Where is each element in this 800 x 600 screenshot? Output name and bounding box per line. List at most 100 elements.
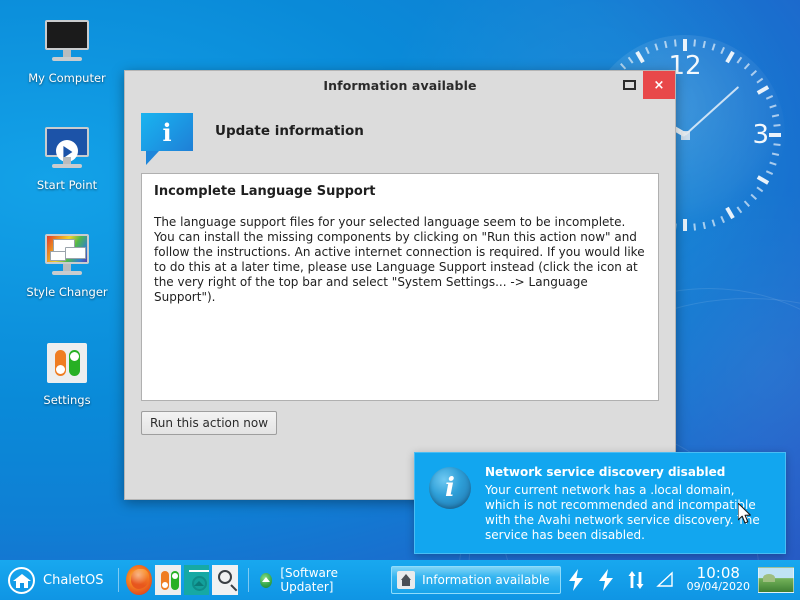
- launcher-search-icon[interactable]: [212, 565, 238, 595]
- message-title: Incomplete Language Support: [154, 184, 376, 199]
- tray-item-software-updater[interactable]: [Software Updater]: [259, 566, 377, 594]
- clock-tick: [769, 104, 777, 109]
- toggle-switches-icon: [41, 342, 93, 388]
- desktop[interactable]: 12 3 My Computer Start Point Style Chang…: [0, 0, 800, 600]
- update-manager-icon: [397, 571, 416, 589]
- home-icon: [8, 566, 35, 594]
- clock-tick: [750, 70, 758, 77]
- desktop-icon-label: My Computer: [28, 71, 106, 85]
- clock-center-cap: [680, 130, 690, 140]
- toast-body: Your current network has a .local domain…: [485, 483, 760, 542]
- dialog-title: Information available: [323, 77, 477, 93]
- clock-tick: [736, 56, 743, 64]
- desktop-icon-label: Start Point: [36, 178, 98, 192]
- clock-time: 10:08: [696, 564, 740, 582]
- taskbar-clock[interactable]: 10:08 09/04/2020: [687, 566, 750, 594]
- system-tray[interactable]: 10:08 09/04/2020: [561, 566, 800, 594]
- dialog-heading: Update information: [215, 123, 364, 139]
- clock-minute-hand: [684, 86, 740, 136]
- up-down-arrows-icon[interactable]: [623, 567, 649, 593]
- clock-tick: [620, 62, 627, 70]
- taskbar[interactable]: ChaletOS [Software Updater] Information …: [0, 560, 800, 600]
- clock-tick: [736, 206, 743, 214]
- clock-tick: [720, 46, 725, 55]
- theme-monitor-icon: [41, 234, 93, 280]
- desktop-icon-settings[interactable]: Settings: [12, 342, 122, 407]
- toast-title: Network service discovery disabled: [485, 465, 726, 479]
- desktop-icon-my-computer[interactable]: My Computer: [12, 20, 122, 85]
- clock-tick: [756, 175, 770, 185]
- clock-tick: [773, 143, 781, 147]
- info-circle-icon: i: [429, 467, 471, 509]
- dialog-actions: Run this action now: [125, 401, 675, 445]
- clock-tick: [765, 95, 774, 100]
- taskbar-separator: [118, 568, 120, 592]
- lightning-bolt-icon[interactable]: [563, 567, 589, 593]
- taskbar-separator: [247, 568, 249, 592]
- clock-tick: [702, 221, 706, 230]
- network-notification-toast[interactable]: i Network service discovery disabled You…: [414, 452, 786, 554]
- message-panel: Incomplete Language Support The language…: [141, 173, 659, 401]
- clock-tick: [743, 62, 750, 70]
- clock-tick: [773, 123, 781, 127]
- window-controls[interactable]: ×: [615, 71, 675, 99]
- signal-triangle-icon[interactable]: [653, 567, 679, 593]
- clock-tick: [673, 39, 677, 47]
- clock-tick: [765, 170, 774, 175]
- lightning-bolt-icon[interactable]: [593, 567, 619, 593]
- software-update-icon: [259, 572, 273, 588]
- clock-tick: [645, 46, 650, 55]
- clock-tick: [750, 193, 758, 200]
- desktop-icon-label: Settings: [43, 393, 91, 407]
- clock-tick: [664, 40, 668, 49]
- window-buttons-list[interactable]: Information available: [391, 566, 561, 594]
- clock-tick: [683, 39, 687, 51]
- wallpaper-thumbnail-icon[interactable]: [758, 567, 794, 593]
- clock-tick: [711, 219, 716, 227]
- start-button-label: ChaletOS: [43, 572, 104, 588]
- clock-tick: [743, 200, 750, 208]
- desktop-icon-label: Style Changer: [26, 285, 108, 299]
- clock-tick: [693, 223, 697, 231]
- clock-tick: [635, 50, 645, 64]
- toast-text: Network service discovery disabled Your …: [485, 465, 773, 543]
- maximize-button[interactable]: [615, 71, 643, 99]
- message-body: The language support files for your sele…: [154, 215, 645, 304]
- clock-date: 09/04/2020: [686, 580, 750, 593]
- clock-tick: [725, 206, 735, 220]
- computer-monitor-icon: [41, 20, 93, 66]
- clock-tick: [702, 40, 706, 49]
- desktop-icon-style-changer[interactable]: Style Changer: [12, 234, 122, 299]
- clock-tick: [693, 39, 697, 47]
- dialog-titlebar[interactable]: Information available ×: [125, 71, 675, 99]
- clock-tick: [725, 50, 735, 64]
- clock-tick: [683, 219, 687, 231]
- run-this-action-now-button[interactable]: Run this action now: [141, 411, 278, 435]
- maximize-icon: [622, 80, 636, 90]
- clock-tick: [720, 215, 725, 224]
- launcher-file-manager-icon[interactable]: [183, 565, 210, 595]
- clock-tick: [627, 56, 634, 64]
- clock-tick: [711, 43, 716, 51]
- launcher-firefox-icon[interactable]: [126, 565, 152, 595]
- clock-tick: [769, 161, 777, 166]
- start-button[interactable]: ChaletOS: [0, 560, 111, 600]
- clock-numeral-3: 3: [752, 120, 769, 150]
- launcher-settings-icon[interactable]: [154, 565, 181, 595]
- window-button-label: Information available: [422, 573, 550, 587]
- tray-item-label: [Software Updater]: [280, 566, 338, 594]
- media-play-monitor-icon: [41, 127, 93, 173]
- clock-tick: [756, 186, 764, 193]
- dialog-header: i Update information: [125, 99, 675, 165]
- clock-tick: [771, 152, 780, 156]
- clock-tick: [756, 85, 770, 95]
- clock-tick: [769, 133, 781, 137]
- desktop-icon-start-point[interactable]: Start Point: [12, 127, 122, 192]
- clock-tick: [756, 77, 764, 84]
- clock-tick: [654, 43, 659, 51]
- window-button-information-available[interactable]: Information available: [391, 566, 561, 594]
- info-bubble-icon: i: [141, 113, 193, 165]
- close-button[interactable]: ×: [643, 71, 675, 99]
- clock-tick: [771, 114, 780, 118]
- information-available-dialog[interactable]: Information available × i Update informa…: [124, 70, 676, 500]
